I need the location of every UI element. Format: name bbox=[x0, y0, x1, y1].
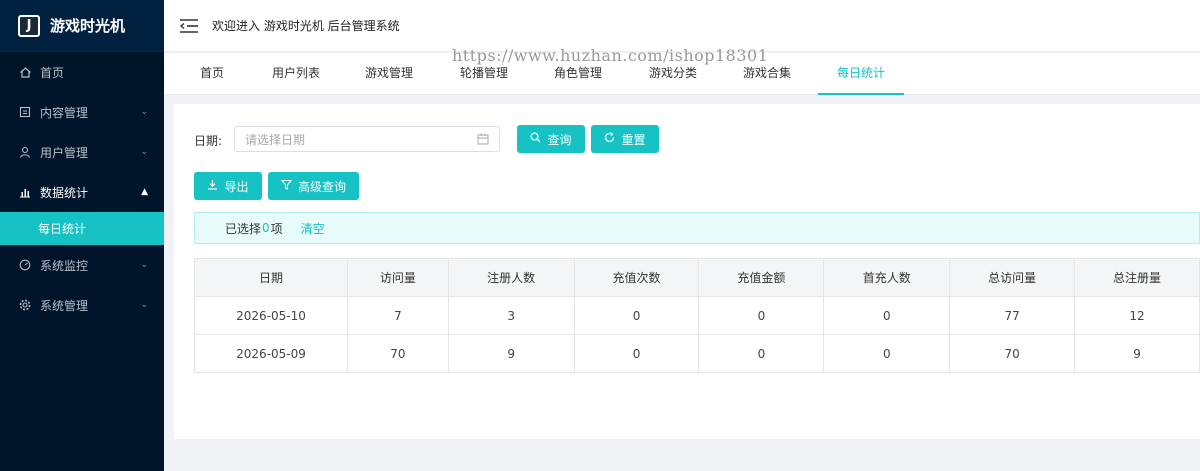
table-cell: 0 bbox=[574, 296, 700, 335]
table-cell: 9 bbox=[448, 334, 575, 373]
table-cell: 0 bbox=[574, 334, 700, 373]
content-panel: 日期: 请选择日期 查询 重置 导出 高级查询 已选择 0 项 清空 日期 访问… bbox=[174, 104, 1200, 439]
advanced-query-button[interactable]: 高级查询 bbox=[268, 172, 359, 200]
column-header[interactable]: 充值金额 bbox=[698, 258, 825, 297]
table-cell: 2026-05-10 bbox=[194, 296, 349, 335]
refresh-icon bbox=[604, 132, 615, 146]
sidebar-item-home[interactable]: 首页 bbox=[0, 52, 164, 92]
menu-fold-icon[interactable] bbox=[180, 18, 198, 33]
selection-prefix: 已选择 bbox=[225, 221, 262, 236]
chevron-down-icon: ⌄ bbox=[140, 107, 148, 117]
welcome-text: 欢迎进入 游戏时光机 后台管理系统 bbox=[212, 19, 400, 33]
top-header: 欢迎进入 游戏时光机 后台管理系统 bbox=[164, 0, 1200, 52]
sidebar-item-label: 内容管理 bbox=[40, 105, 89, 120]
app-title: 游戏时光机 bbox=[50, 17, 126, 35]
filter-icon bbox=[280, 179, 293, 193]
table-cell: 70 bbox=[347, 334, 449, 373]
download-icon bbox=[207, 179, 218, 193]
user-icon bbox=[18, 145, 32, 159]
sidebar-item-content[interactable]: 内容管理 ⌄ bbox=[0, 92, 164, 132]
table-cell: 0 bbox=[823, 334, 951, 373]
query-button[interactable]: 查询 bbox=[517, 125, 585, 153]
advanced-query-label: 高级查询 bbox=[297, 179, 346, 194]
date-placeholder: 请选择日期 bbox=[245, 132, 306, 147]
sidebar-item-label: 用户管理 bbox=[40, 145, 89, 160]
watermark: https://www.huzhan.com/ishop18301 bbox=[452, 46, 769, 65]
gear-icon bbox=[18, 298, 32, 312]
column-header[interactable]: 日期 bbox=[194, 258, 349, 297]
document-icon bbox=[18, 105, 32, 119]
table-cell: 9 bbox=[1074, 334, 1200, 373]
chevron-down-icon: ⌄ bbox=[140, 260, 148, 270]
chevron-down-icon: ⌄ bbox=[140, 300, 148, 310]
column-header[interactable]: 访问量 bbox=[347, 258, 449, 297]
table-row[interactable]: 2026-05-10 7 3 0 0 0 77 12 bbox=[194, 296, 1200, 335]
tab-daily-stats[interactable]: 每日统计 bbox=[818, 53, 904, 95]
table-cell: 70 bbox=[949, 334, 1076, 373]
column-header[interactable]: 总访问量 bbox=[949, 258, 1076, 297]
app-logo[interactable]: J 游戏时光机 bbox=[0, 0, 164, 52]
reset-button[interactable]: 重置 bbox=[591, 125, 659, 153]
chevron-up-icon: ▲ bbox=[141, 187, 148, 197]
table-cell: 0 bbox=[698, 334, 825, 373]
sidebar-item-label: 系统监控 bbox=[40, 258, 89, 273]
sidebar-item-users[interactable]: 用户管理 ⌄ bbox=[0, 132, 164, 172]
sidebar-item-label: 首页 bbox=[40, 65, 65, 80]
selection-suffix: 项 bbox=[270, 221, 283, 236]
tab-home[interactable]: 首页 bbox=[184, 53, 240, 95]
search-icon bbox=[530, 132, 541, 146]
table-cell: 77 bbox=[949, 296, 1076, 335]
column-header[interactable]: 充值次数 bbox=[574, 258, 700, 297]
clear-selection-link[interactable]: 清空 bbox=[301, 220, 325, 237]
sidebar-item-monitor[interactable]: 系统监控 ⌄ bbox=[0, 245, 164, 285]
table-header-row: 日期 访问量 注册人数 充值次数 充值金额 首充人数 总访问量 总注册量 bbox=[194, 258, 1200, 297]
table-cell: 0 bbox=[698, 296, 825, 335]
reset-label: 重置 bbox=[621, 132, 646, 147]
selection-count: 0 bbox=[262, 221, 270, 235]
export-button[interactable]: 导出 bbox=[194, 172, 262, 200]
sidebar-item-label: 系统管理 bbox=[40, 298, 89, 313]
date-label: 日期: bbox=[194, 134, 223, 148]
selection-bar: 已选择 0 项 清空 bbox=[194, 212, 1200, 244]
column-header[interactable]: 首充人数 bbox=[823, 258, 951, 297]
table-cell: 2026-05-09 bbox=[194, 334, 349, 373]
date-picker-input[interactable]: 请选择日期 bbox=[234, 126, 500, 152]
table-cell: 7 bbox=[347, 296, 449, 335]
sidebar: J 游戏时光机 首页 内容管理 ⌄ 用户管理 ⌄ 数据统计 ▲ 每日统计 系统监… bbox=[0, 0, 164, 471]
export-label: 导出 bbox=[224, 179, 249, 194]
tab-game-manage[interactable]: 游戏管理 bbox=[354, 53, 424, 95]
column-header[interactable]: 总注册量 bbox=[1074, 258, 1200, 297]
daily-stats-table: 日期 访问量 注册人数 充值次数 充值金额 首充人数 总访问量 总注册量 202… bbox=[194, 258, 1200, 373]
logo-icon: J bbox=[18, 14, 40, 37]
table-cell: 3 bbox=[448, 296, 575, 335]
column-header[interactable]: 注册人数 bbox=[448, 258, 575, 297]
sidebar-item-system[interactable]: 系统管理 ⌄ bbox=[0, 285, 164, 325]
chevron-down-icon: ⌄ bbox=[140, 147, 148, 157]
table-cell: 0 bbox=[823, 296, 951, 335]
gauge-icon bbox=[18, 258, 32, 272]
table-cell: 12 bbox=[1074, 296, 1200, 335]
calendar-icon bbox=[477, 133, 489, 145]
sidebar-subitem-daily-stats[interactable]: 每日统计 bbox=[0, 212, 164, 245]
tab-user-list[interactable]: 用户列表 bbox=[264, 53, 328, 95]
query-label: 查询 bbox=[547, 132, 572, 147]
sidebar-item-statistics[interactable]: 数据统计 ▲ bbox=[0, 172, 164, 212]
chart-icon bbox=[18, 185, 32, 199]
sidebar-item-label: 数据统计 bbox=[40, 185, 89, 200]
table-row[interactable]: 2026-05-09 70 9 0 0 0 70 9 bbox=[194, 334, 1200, 373]
home-icon bbox=[18, 65, 32, 79]
